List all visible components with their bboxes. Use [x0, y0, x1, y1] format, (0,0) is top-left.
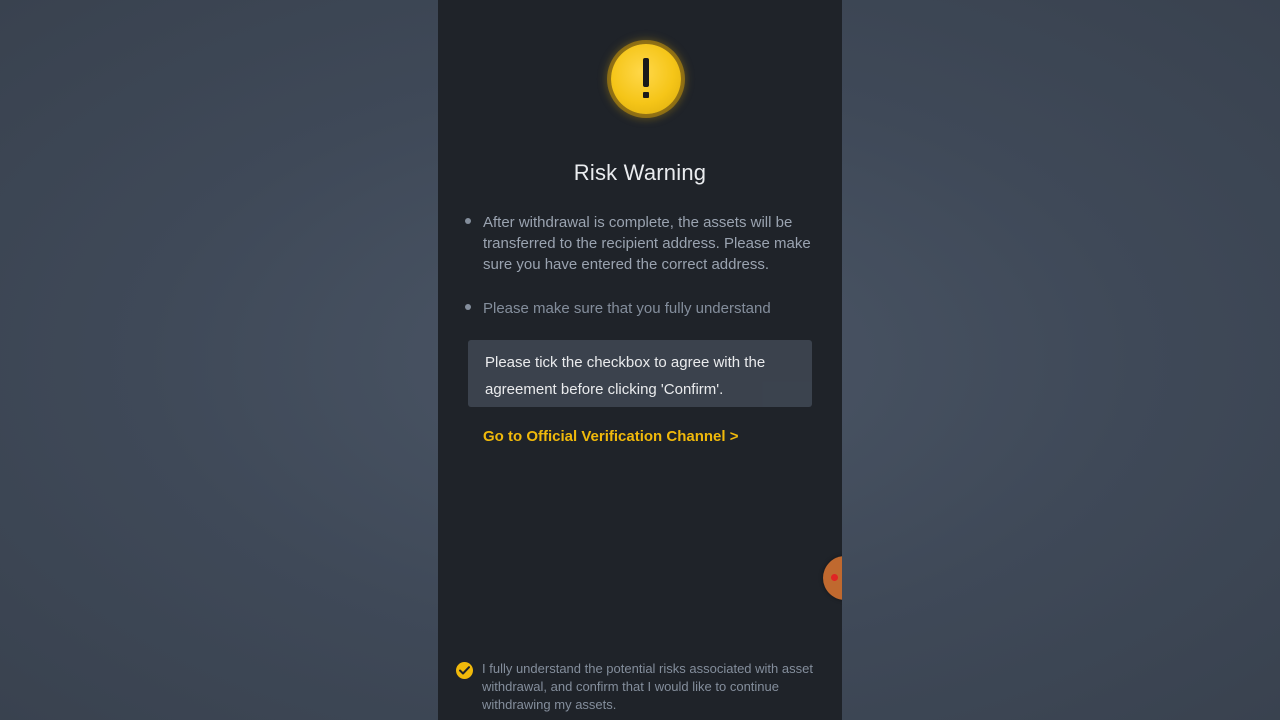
- bullet-dot-icon: [465, 218, 471, 224]
- toast-line: Please tick the checkbox to agree with t…: [485, 354, 766, 371]
- warning-icon-glow: [602, 34, 690, 126]
- screen-record-floating-button[interactable]: [823, 556, 842, 600]
- agreement-checkbox[interactable]: [456, 662, 473, 679]
- dialog-title: Risk Warning: [573, 160, 707, 185]
- exclamation-warning-icon: [611, 44, 681, 114]
- toast-message: Please tick the checkbox to agree with t…: [468, 340, 812, 407]
- bullet-text: After withdrawal is complete, the assets…: [483, 214, 811, 273]
- withdrawal-risk-dialog: Risk Warning After withdrawal is complet…: [438, 0, 842, 720]
- record-dot-icon: [831, 574, 838, 581]
- list-item: After withdrawal is complete, the assets…: [464, 212, 816, 275]
- checkmark-icon: [459, 666, 470, 675]
- list-item: Please make sure that you fully understa…: [464, 298, 816, 340]
- bullet-text: Please make sure that you fully understa…: [483, 300, 771, 317]
- agreement-text[interactable]: I fully understand the potential risks a…: [482, 660, 822, 714]
- bullet-dot-icon: [465, 304, 471, 310]
- toast-line: agreement before clicking 'Confirm'.: [485, 381, 724, 398]
- official-verification-link[interactable]: Go to Official Verification Channel >: [483, 428, 738, 445]
